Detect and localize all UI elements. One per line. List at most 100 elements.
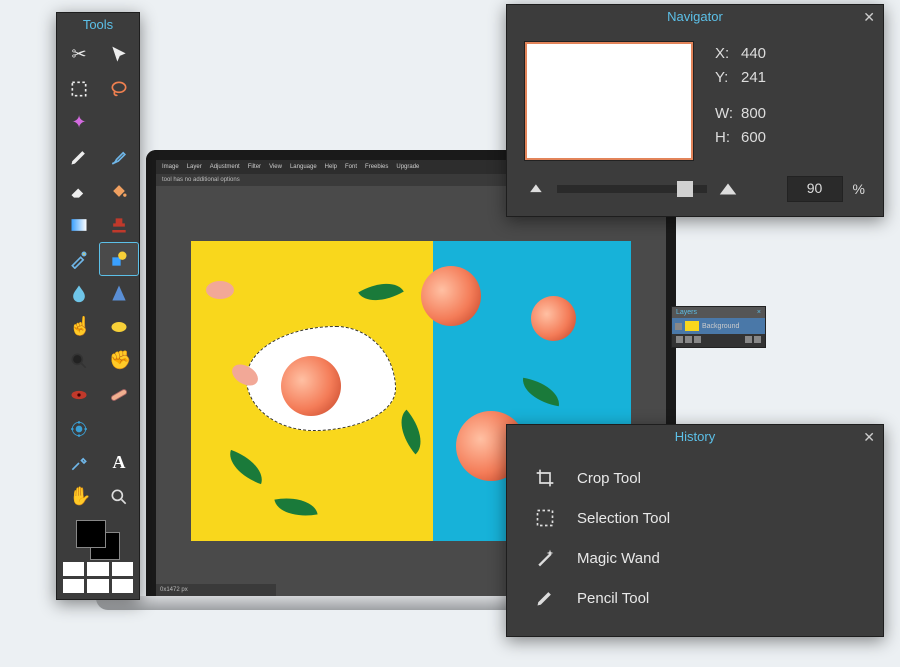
menu-item[interactable]: Freebies (365, 164, 388, 170)
crop-icon: ✂ (69, 45, 89, 65)
lasso-icon (109, 79, 129, 99)
gradient-icon (69, 215, 89, 235)
close-icon[interactable]: × (757, 309, 761, 316)
quick-swatches[interactable] (57, 562, 139, 599)
move-tool[interactable] (100, 39, 138, 71)
drop-icon (69, 283, 89, 303)
bucket-tool[interactable] (100, 175, 138, 207)
history-item-selection[interactable]: Selection Tool (513, 498, 877, 538)
history-item-label: Pencil Tool (577, 590, 649, 607)
menu-item[interactable]: Help (325, 164, 337, 170)
zoom-percent-label: % (853, 181, 865, 197)
navigator-preview[interactable] (525, 42, 693, 160)
history-item-pencil[interactable]: Pencil Tool (513, 578, 877, 618)
stamp-icon (109, 215, 129, 235)
marquee-tool[interactable] (60, 73, 98, 105)
crop-tool[interactable]: ✂ (60, 39, 98, 71)
zoom-out-icon[interactable] (525, 178, 547, 200)
zoom-slider-thumb[interactable] (677, 181, 693, 197)
nav-h-value: 600 (741, 129, 766, 146)
menu-item[interactable]: Language (290, 164, 317, 170)
burn-tool[interactable]: ✊ (100, 345, 138, 377)
finger-icon: ☝ (69, 317, 89, 337)
magic-wand-icon: ✦ (69, 113, 89, 133)
text-tool[interactable]: A (100, 447, 138, 479)
layers-footer (672, 334, 765, 347)
layer-name: Background (702, 323, 739, 330)
history-item-label: Crop Tool (577, 470, 641, 487)
eraser-icon (69, 181, 89, 201)
clone-stamp-tool[interactable] (100, 209, 138, 241)
magic-wand-icon (533, 548, 557, 568)
menu-item[interactable]: Adjustment (210, 164, 240, 170)
history-title: History (675, 429, 715, 444)
close-icon[interactable]: ✕ (863, 9, 875, 26)
nav-y-value: 241 (741, 69, 766, 86)
brush-tool[interactable] (100, 141, 138, 173)
dodge-icon (69, 351, 89, 371)
selection-icon (533, 508, 557, 528)
spacer (100, 107, 138, 139)
zoom-tool[interactable] (100, 481, 138, 513)
brush-icon (109, 147, 129, 167)
menu-item[interactable]: Layer (187, 164, 202, 170)
navigator-coords: X:440 Y:241 W:800 H:600 (715, 42, 766, 160)
layer-thumb (685, 321, 699, 331)
close-icon[interactable]: ✕ (863, 429, 875, 446)
tools-panel[interactable]: Tools ✂ ✦ ☝ ✊ A ✋ (56, 12, 140, 600)
liquify-tool[interactable] (60, 413, 98, 445)
crop-icon (533, 468, 557, 488)
hand-tool[interactable]: ✋ (60, 481, 98, 513)
zoom-slider[interactable] (557, 185, 707, 193)
dodge-tool[interactable] (60, 345, 98, 377)
nav-x-value: 440 (741, 45, 766, 62)
redeye-tool[interactable] (60, 379, 98, 411)
eyedropper-tool[interactable] (60, 447, 98, 479)
layers-panel[interactable]: Layers × Background (671, 306, 766, 348)
layers-title: Layers (676, 309, 697, 316)
zoom-value-input[interactable]: 90 (787, 176, 843, 202)
menu-item[interactable]: Upgrade (396, 164, 419, 170)
shape-tool[interactable] (100, 243, 138, 275)
history-panel[interactable]: History ✕ Crop Tool Selection Tool Magic… (506, 424, 884, 637)
bandage-icon (109, 385, 129, 405)
hand-icon: ✋ (69, 487, 89, 507)
liquify-icon (69, 419, 89, 439)
history-item-label: Selection Tool (577, 510, 670, 527)
lasso-tool[interactable] (100, 73, 138, 105)
eyedropper-icon (69, 453, 89, 473)
menu-item[interactable]: Font (345, 164, 357, 170)
sponge-tool[interactable] (100, 311, 138, 343)
menu-item[interactable]: Filter (248, 164, 261, 170)
blur-tool[interactable] (60, 277, 98, 309)
color-replace-icon (69, 249, 89, 269)
magic-wand-tool[interactable]: ✦ (60, 107, 98, 139)
color-replace-tool[interactable] (60, 243, 98, 275)
nav-w-value: 800 (741, 105, 766, 122)
foreground-swatch[interactable] (76, 520, 106, 548)
layer-row[interactable]: Background (672, 318, 765, 334)
history-item-magic-wand[interactable]: Magic Wand (513, 538, 877, 578)
color-swatches[interactable] (57, 516, 139, 562)
menu-item[interactable]: View (269, 164, 282, 170)
pencil-tool[interactable] (60, 141, 98, 173)
navigator-panel[interactable]: Navigator ✕ X:440 Y:241 W:800 H:600 90 % (506, 4, 884, 217)
tools-title: Tools (57, 13, 139, 36)
zoom-in-icon[interactable] (717, 178, 739, 200)
bucket-icon (109, 181, 129, 201)
text-icon: A (109, 453, 129, 473)
navigator-title: Navigator (667, 9, 723, 24)
pencil-icon (69, 147, 89, 167)
history-item-crop[interactable]: Crop Tool (513, 458, 877, 498)
sponge-icon (109, 317, 129, 337)
eraser-tool[interactable] (60, 175, 98, 207)
cursor-icon (109, 45, 129, 65)
smudge-tool[interactable]: ☝ (60, 311, 98, 343)
marquee-icon (69, 79, 89, 99)
spacer2 (100, 413, 138, 445)
gradient-tool[interactable] (60, 209, 98, 241)
menu-item[interactable]: Image (162, 164, 179, 170)
sharpen-tool[interactable] (100, 277, 138, 309)
eye-icon[interactable] (675, 323, 682, 330)
heal-tool[interactable] (100, 379, 138, 411)
